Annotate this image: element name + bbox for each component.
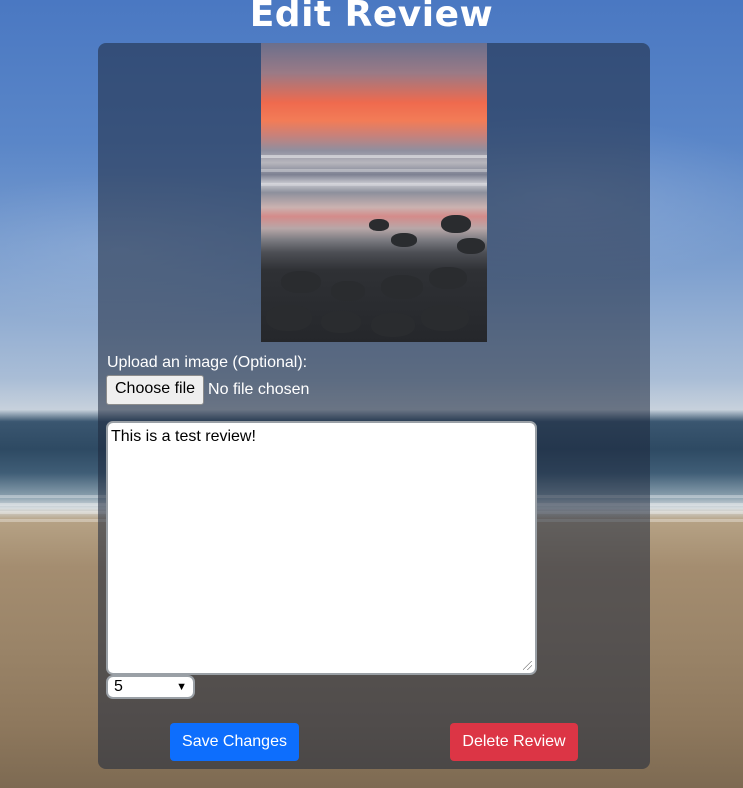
page-title: Edit Review <box>249 0 494 35</box>
upload-label: Upload an image (Optional): <box>107 354 308 371</box>
edit-review-card: Upload an image (Optional): Choose file … <box>98 43 650 769</box>
review-text-value: This is a test review! <box>111 428 256 445</box>
rating-value: 5 <box>114 678 123 695</box>
resize-handle-icon[interactable] <box>523 661 532 670</box>
review-textarea[interactable]: This is a test review! <box>106 421 537 675</box>
file-input[interactable]: Choose file No file chosen <box>106 375 309 405</box>
delete-review-button[interactable]: Delete Review <box>450 723 578 761</box>
file-status: No file chosen <box>208 381 310 398</box>
review-photo <box>261 43 487 342</box>
choose-file-button[interactable]: Choose file <box>106 375 205 405</box>
rating-select[interactable]: 5 ▼ <box>106 675 195 699</box>
chevron-down-icon: ▼ <box>176 681 187 693</box>
save-changes-button[interactable]: Save Changes <box>170 723 299 761</box>
